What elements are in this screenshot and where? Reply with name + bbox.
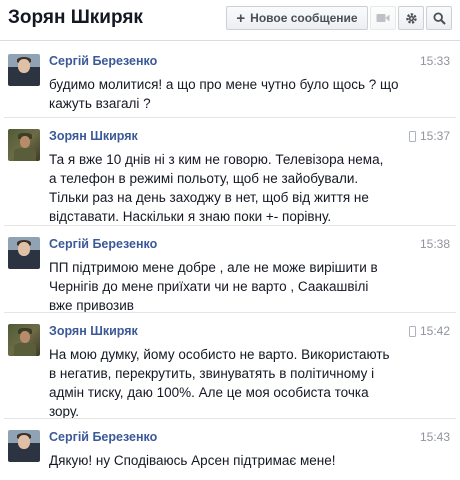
- settings-button[interactable]: [398, 6, 424, 30]
- avatar[interactable]: [8, 54, 40, 86]
- new-message-button[interactable]: + Новое сообщение: [226, 6, 368, 30]
- conversation-title: Зорян Шкиряк: [8, 7, 143, 28]
- mobile-phone-icon: [408, 325, 416, 337]
- conversation-header: Зорян Шкиряк + Новое сообщение: [0, 0, 460, 41]
- message-line: в негатив, перекрутить, звинуватять в по…: [49, 366, 375, 381]
- avatar[interactable]: [8, 324, 40, 356]
- message-divider: [4, 418, 456, 419]
- search-icon: [432, 11, 446, 25]
- timestamp: 15:33: [419, 54, 450, 68]
- message-line: відставати. Наскільки я знаю поки +- пор…: [49, 209, 332, 224]
- author-name-link[interactable]: Сергій Березенко: [49, 237, 157, 251]
- message-divider: [4, 312, 456, 313]
- message-line: кажуть взагалі ?: [49, 96, 151, 111]
- message-time: 15:43: [420, 430, 450, 444]
- author-name-link[interactable]: Сергій Березенко: [49, 54, 157, 68]
- timestamp: 15:37: [419, 129, 450, 143]
- avatar[interactable]: [8, 129, 40, 161]
- message-line: адмін тиску, даю 100%. Але це моя особис…: [49, 385, 369, 400]
- timestamp: 15:43: [419, 430, 450, 444]
- message-text: Дякую! ну Сподіваюсь Арсен підтримає мен…: [49, 451, 419, 470]
- search-button[interactable]: [426, 6, 452, 30]
- author-name-link[interactable]: Сергій Березенко: [49, 430, 157, 444]
- message-line: будимо молитися! а що про мене чутно бул…: [49, 77, 399, 92]
- message-line: а телефон в режимі польоту, щоб не зайоб…: [49, 171, 359, 186]
- avatar[interactable]: [8, 237, 40, 269]
- message-divider: [4, 225, 456, 226]
- message-line: Дякую! ну Сподіваюсь Арсен підтримає мен…: [49, 453, 336, 468]
- message-text: ПП підтримою мене добре , але не може ви…: [49, 258, 419, 315]
- message-time: 15:37: [408, 129, 450, 143]
- message-line: На мою думку, йому особисто не варто. Ви…: [49, 347, 390, 362]
- new-message-label: Новое сообщение: [250, 11, 358, 25]
- message-line: Тільки раз на день заходжу в нет, щоб ві…: [49, 190, 369, 205]
- author-name-link[interactable]: Зорян Шкиряк: [49, 129, 138, 143]
- video-call-button[interactable]: [370, 6, 396, 30]
- message-text: На мою думку, йому особисто не варто. Ви…: [49, 345, 419, 421]
- message-line: Чернігів до мене приїхати чи не варто , …: [49, 279, 369, 294]
- message-line: ПП підтримою мене добре , але не може ви…: [49, 260, 378, 275]
- toolbar: + Новое сообщение: [226, 6, 452, 30]
- timestamp: 15:38: [419, 237, 450, 251]
- message-time: 15:42: [408, 324, 450, 338]
- video-camera-icon: [376, 14, 390, 22]
- avatar[interactable]: [8, 430, 40, 462]
- message-text: Та я вже 10 днів ні з ким не говорю. Тел…: [49, 150, 419, 226]
- message-time: 15:38: [420, 237, 450, 251]
- gear-icon: [405, 12, 417, 24]
- message-time: 15:33: [420, 54, 450, 68]
- message-divider: [4, 117, 456, 118]
- mobile-phone-icon: [408, 130, 416, 142]
- plus-icon: +: [236, 9, 246, 27]
- message-line: Та я вже 10 днів ні з ким не говорю. Тел…: [49, 152, 384, 167]
- timestamp: 15:42: [419, 324, 450, 338]
- author-name-link[interactable]: Зорян Шкиряк: [49, 324, 138, 338]
- message-text: будимо молитися! а що про мене чутно бул…: [49, 75, 419, 113]
